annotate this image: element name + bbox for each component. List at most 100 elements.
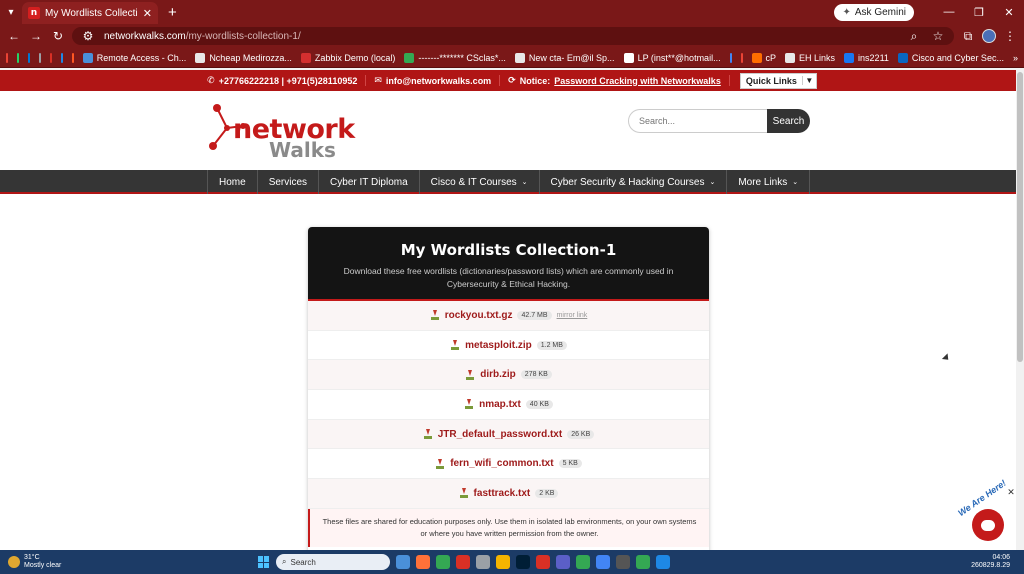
bookmark-item[interactable]: cP [751, 52, 776, 63]
file-link[interactable]: fasttrack.txt [474, 488, 531, 499]
download-icon [465, 369, 475, 380]
search-input[interactable] [628, 109, 767, 133]
photoshop-icon[interactable] [516, 555, 530, 569]
clock[interactable]: 04:06 260829.8.29 [971, 554, 1010, 570]
nav-home[interactable]: Home [207, 170, 257, 194]
extensions-icon[interactable]: ⧉ [960, 29, 976, 44]
os-taskbar: 31°C Mostly clear ⌕ Search 04:06 260829.… [0, 550, 1024, 574]
new-tab-plus-icon[interactable]: + [168, 4, 177, 21]
nav-cisco-it-courses[interactable]: Cisco & IT Courses ⌄ [418, 170, 539, 194]
zoom-icon[interactable]: ⌕ [906, 29, 922, 44]
file-row: JTR_default_password.txt 26 KB [308, 419, 709, 450]
bookmark-item[interactable]: Zabbix Demo (local) [300, 52, 395, 63]
bookmark-item[interactable]: Remote Access - Ch... [82, 52, 186, 63]
taskbar-app-icon[interactable] [396, 555, 410, 569]
windows-start-icon[interactable] [258, 556, 270, 568]
contact-strip: ✆ +27766222218 | +971(5)28110952 ✉ info@… [0, 70, 1016, 91]
search-button[interactable]: Search [767, 109, 810, 133]
contact-email[interactable]: info@networkwalks.com [386, 76, 491, 86]
notice-link[interactable]: Password Cracking with Networkwalks [554, 76, 721, 86]
chrome-icon[interactable] [436, 555, 450, 569]
chevron-down-icon: ⌄ [709, 179, 716, 186]
taskbar-search-label: Search [290, 557, 316, 567]
file-explorer-icon[interactable] [496, 555, 510, 569]
bookmark-item[interactable]: ins2211 [844, 52, 889, 63]
nav-cyber-security-courses[interactable]: Cyber Security & Hacking Courses ⌄ [538, 170, 727, 194]
browser-tab-active[interactable]: n My Wordlists Collection 1 (Dicti ✕ [22, 2, 158, 24]
bookmark-app-icon[interactable] [60, 52, 63, 63]
chat-bubble-button[interactable] [972, 509, 1004, 541]
bookmark-item[interactable]: -------******* CSclas*... [404, 52, 506, 63]
zoom-app-icon[interactable] [556, 555, 570, 569]
taskbar-search[interactable]: ⌕ Search [276, 554, 390, 570]
ask-gemini-button[interactable]: ✦ Ask Gemini [834, 3, 914, 21]
browser-toolbar: ← → ↻ ⚙ networkwalks.com/my-wordlists-co… [0, 24, 1024, 48]
file-link[interactable]: dirb.zip [480, 369, 516, 380]
weather-temp: 31°C [24, 554, 40, 561]
download-icon [459, 488, 469, 499]
bookmark-app-icon[interactable] [38, 52, 41, 63]
taskbar-app-icon[interactable] [476, 555, 490, 569]
close-window-icon[interactable]: ✕ [994, 6, 1024, 19]
chevron-down-icon: ⌄ [792, 179, 799, 186]
back-arrow-icon[interactable]: ← [6, 29, 22, 43]
file-size-badge: 40 KB [525, 399, 553, 409]
bookmark-app-icon[interactable] [740, 52, 743, 63]
browser-menu-icon[interactable]: ⋮ [1002, 29, 1018, 43]
address-bar[interactable]: ⚙ networkwalks.com/my-wordlists-collecti… [72, 27, 954, 45]
mirror-link[interactable]: mirror link [557, 312, 588, 319]
whatsapp-icon[interactable] [16, 52, 19, 63]
download-icon [450, 340, 460, 351]
file-row: nmap.txt 40 KB [308, 390, 709, 420]
bookmark-app-icon[interactable] [49, 52, 52, 63]
page-scrollbar[interactable] [1016, 70, 1024, 550]
tab-search-chevron-icon[interactable]: ▾ [0, 0, 22, 24]
profile-avatar[interactable] [982, 29, 996, 43]
close-tab-icon[interactable]: ✕ [143, 7, 152, 20]
weather-widget[interactable]: 31°C Mostly clear [0, 554, 200, 570]
phone-numbers[interactable]: +27766222218 | +971(5)28110952 [219, 76, 358, 86]
taskbar-app-icon[interactable] [536, 555, 550, 569]
bookmark-star-icon[interactable]: ☆ [930, 29, 946, 43]
nav-cyber-it-diploma[interactable]: Cyber IT Diploma [318, 170, 419, 194]
taskbar-app-icon[interactable] [456, 555, 470, 569]
file-link[interactable]: fern_wifi_common.txt [450, 458, 553, 469]
download-icon [423, 429, 433, 440]
page-title: My Wordlists Collection-1 [400, 241, 617, 259]
forward-arrow-icon[interactable]: → [28, 29, 44, 43]
file-link[interactable]: rockyou.txt.gz [445, 310, 513, 321]
gmail-icon[interactable] [6, 52, 8, 63]
close-chat-icon[interactable]: ✕ [1006, 487, 1016, 497]
weather-desc: Mostly clear [24, 562, 62, 569]
nav-more-links[interactable]: More Links ⌄ [726, 170, 811, 194]
chrome-icon[interactable] [636, 555, 650, 569]
bookmark-item[interactable]: EH Links [785, 52, 835, 63]
networkwalks-logo[interactable]: network Walks [207, 100, 355, 162]
taskbar-app-icon[interactable] [656, 555, 670, 569]
site-search: Search [628, 109, 810, 133]
file-link[interactable]: metasploit.zip [465, 340, 532, 351]
taskbar-app-icon[interactable] [616, 555, 630, 569]
google-drive-icon[interactable] [729, 52, 732, 63]
chrome-icon[interactable] [576, 555, 590, 569]
outlook-icon[interactable] [27, 52, 30, 63]
minimize-window-icon[interactable]: — [934, 6, 964, 18]
file-link[interactable]: nmap.txt [479, 399, 521, 410]
quick-links-select[interactable]: Quick Links ▼ [739, 72, 817, 89]
bookmark-item[interactable]: Cisco and Cyber Sec... [897, 52, 1004, 63]
firefox-icon[interactable] [416, 555, 430, 569]
site-info-icon[interactable]: ⚙ [80, 29, 96, 43]
bookmark-item[interactable]: LP (inst**@hotmail... [623, 52, 721, 63]
scrollbar-thumb[interactable] [1017, 72, 1023, 362]
bookmark-app-icon[interactable] [71, 52, 74, 63]
reload-icon[interactable]: ↻ [50, 29, 66, 43]
bookmark-item[interactable]: Ncheap Medirozza... [195, 52, 292, 63]
restore-window-icon[interactable]: ❐ [964, 6, 994, 19]
file-row: fasttrack.txt 2 KB [308, 479, 709, 509]
chrome-icon[interactable] [596, 555, 610, 569]
bookmark-item[interactable]: New cta- Em@il Sp... [514, 52, 615, 63]
file-link[interactable]: JTR_default_password.txt [438, 429, 562, 440]
nav-services[interactable]: Services [256, 170, 318, 194]
file-row: dirb.zip 278 KB [308, 360, 709, 391]
more-bookmarks-chevron-icon[interactable]: » [1013, 53, 1018, 63]
